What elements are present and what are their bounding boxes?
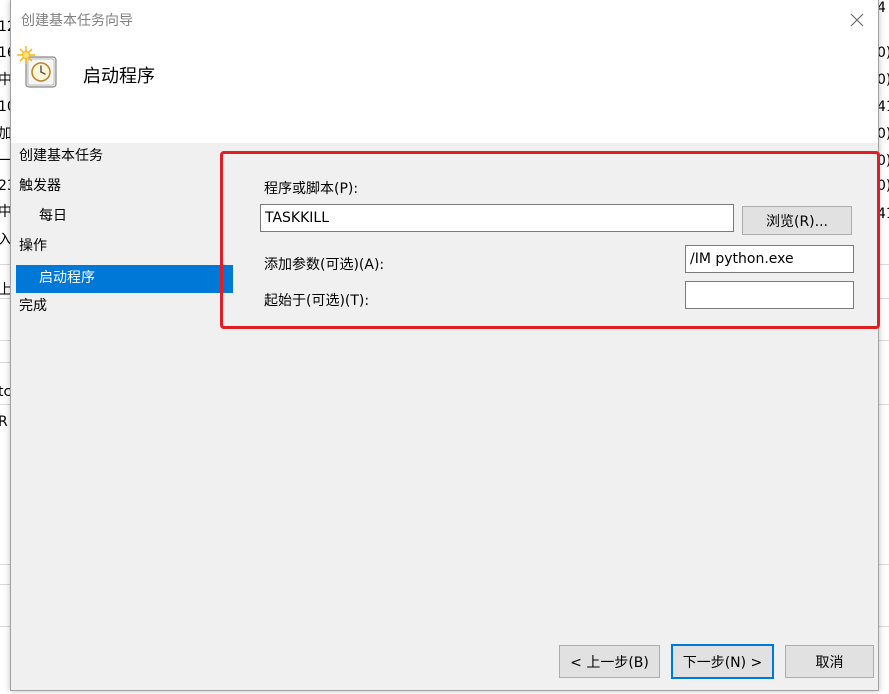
nav-item-start-program[interactable]: 启动程序 — [16, 265, 233, 293]
next-button[interactable]: 下一步(N) > — [671, 644, 774, 679]
title-bar: 创建基本任务向导 — [11, 0, 878, 40]
close-icon — [850, 13, 864, 27]
close-button[interactable] — [841, 4, 873, 36]
cancel-button[interactable]: 取消 — [785, 645, 874, 678]
window-title: 创建基本任务向导 — [21, 13, 133, 29]
back-button[interactable]: < 上一步(B) — [559, 645, 660, 678]
nav-item-create-task[interactable]: 创建基本任务 — [19, 143, 103, 171]
nav-item-daily[interactable]: 每日 — [39, 203, 67, 231]
nav-item-trigger[interactable]: 触发器 — [19, 173, 61, 201]
background-text: R — [0, 414, 8, 430]
nav-item-finish[interactable]: 完成 — [19, 293, 47, 321]
page-title: 启动程序 — [83, 66, 155, 87]
nav-item-action[interactable]: 操作 — [19, 233, 47, 261]
task-clock-icon — [17, 46, 57, 88]
highlight-annotation — [220, 151, 880, 329]
wizard-header: 启动程序 — [11, 40, 878, 143]
create-basic-task-wizard: 创建基本任务向导 启动程序 创建基本任务 触发器 每日 操作 启动程序 完成 程… — [10, 0, 880, 691]
